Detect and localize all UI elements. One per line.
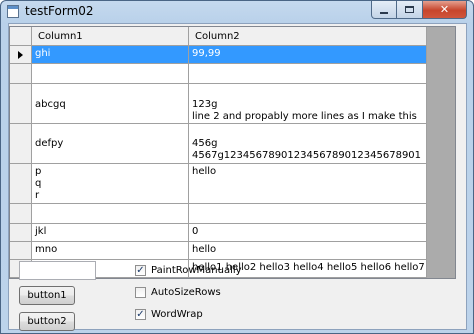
button1-button[interactable]: button1 [19,286,75,305]
cell-column2[interactable]: 99,99 [189,46,427,64]
top-left-header-cell[interactable] [10,27,32,46]
table-row[interactable] [10,204,427,224]
minimize-icon [380,11,388,14]
cell-column1[interactable] [32,64,189,84]
table-row[interactable]: defpy 456g 4567g123456789012345678901234… [10,124,427,164]
caption-buttons: ✕ [371,1,467,19]
app-window: testForm02 ✕ Column1 Column2 ghi 99,99 a… [0,0,474,334]
cell-text: abcgq [35,99,66,110]
row-header-current[interactable] [10,46,32,64]
row-header[interactable] [10,224,32,242]
checkbox-checked-icon[interactable]: ✓ [135,309,146,320]
table-row[interactable] [10,64,427,84]
cell-column2[interactable]: 456g 4567g123456789012345678901234567890… [189,124,427,164]
row-header[interactable] [10,242,32,260]
cell-text: defpy [35,138,64,149]
table-row[interactable]: abcgq 123g line 2 and propably more line… [10,84,427,124]
close-button[interactable]: ✕ [423,1,467,19]
row-header[interactable] [10,64,32,84]
data-grid-view[interactable]: Column1 Column2 ghi 99,99 abcgq 123g lin… [9,26,456,279]
table-row[interactable]: ghi 99,99 [10,46,427,64]
cell-column1[interactable] [32,204,189,224]
cell-column1[interactable]: ghi [32,46,189,64]
checkbox-label: PaintRowManually [151,265,242,276]
cell-column1[interactable]: mno [32,242,189,260]
word-wrap-checkbox[interactable]: ✓ WordWrap [135,309,203,320]
cell-column1[interactable]: defpy [32,124,189,164]
row-header[interactable] [10,204,32,224]
minimize-button[interactable] [371,1,397,19]
row-header[interactable] [10,84,32,124]
cell-text: 456g 4567g123456789012345678901234567890… [192,138,422,163]
row-header[interactable] [10,124,32,164]
table-row[interactable]: p q r hello [10,164,427,204]
cell-text: 123g line 2 and propably more lines as I… [192,99,417,122]
app-icon[interactable] [7,5,19,18]
table-row[interactable]: mno hello [10,242,427,260]
column-header-row: Column1 Column2 [10,27,427,46]
cell-column2[interactable]: hello [189,242,427,260]
row-header[interactable] [10,164,32,204]
paint-row-manually-checkbox[interactable]: ✓ PaintRowManually [135,265,242,276]
column-header-column1[interactable]: Column1 [32,27,189,46]
checkbox-checked-icon[interactable]: ✓ [135,265,146,276]
window-title: testForm02 [25,4,94,18]
checkbox-label: WordWrap [151,309,203,320]
cell-column2[interactable]: 123g line 2 and propably more lines as I… [189,84,427,124]
maximize-button[interactable] [397,1,423,19]
auto-size-rows-checkbox[interactable]: AutoSizeRows [135,287,221,298]
table-row[interactable]: jkl 0 [10,224,427,242]
text-input[interactable] [19,261,96,280]
close-icon: ✕ [439,3,450,16]
cell-column1[interactable]: p q r [32,164,189,204]
button2-button[interactable]: button2 [19,312,75,331]
checkbox-label: AutoSizeRows [151,287,221,298]
current-row-arrow-icon [18,51,23,59]
column-header-column2[interactable]: Column2 [189,27,427,46]
form-client-area: Column1 Column2 ghi 99,99 abcgq 123g lin… [8,23,467,331]
cell-column2[interactable]: hello [189,164,427,204]
cell-column1[interactable]: abcgq [32,84,189,124]
title-bar[interactable]: testForm02 ✕ [1,1,473,23]
cell-column2[interactable] [189,64,427,84]
checkbox-unchecked-icon[interactable] [135,287,146,298]
cell-column1[interactable]: jkl [32,224,189,242]
maximize-icon [405,6,414,13]
cell-column2[interactable]: 0 [189,224,427,242]
cell-column2[interactable] [189,204,427,224]
